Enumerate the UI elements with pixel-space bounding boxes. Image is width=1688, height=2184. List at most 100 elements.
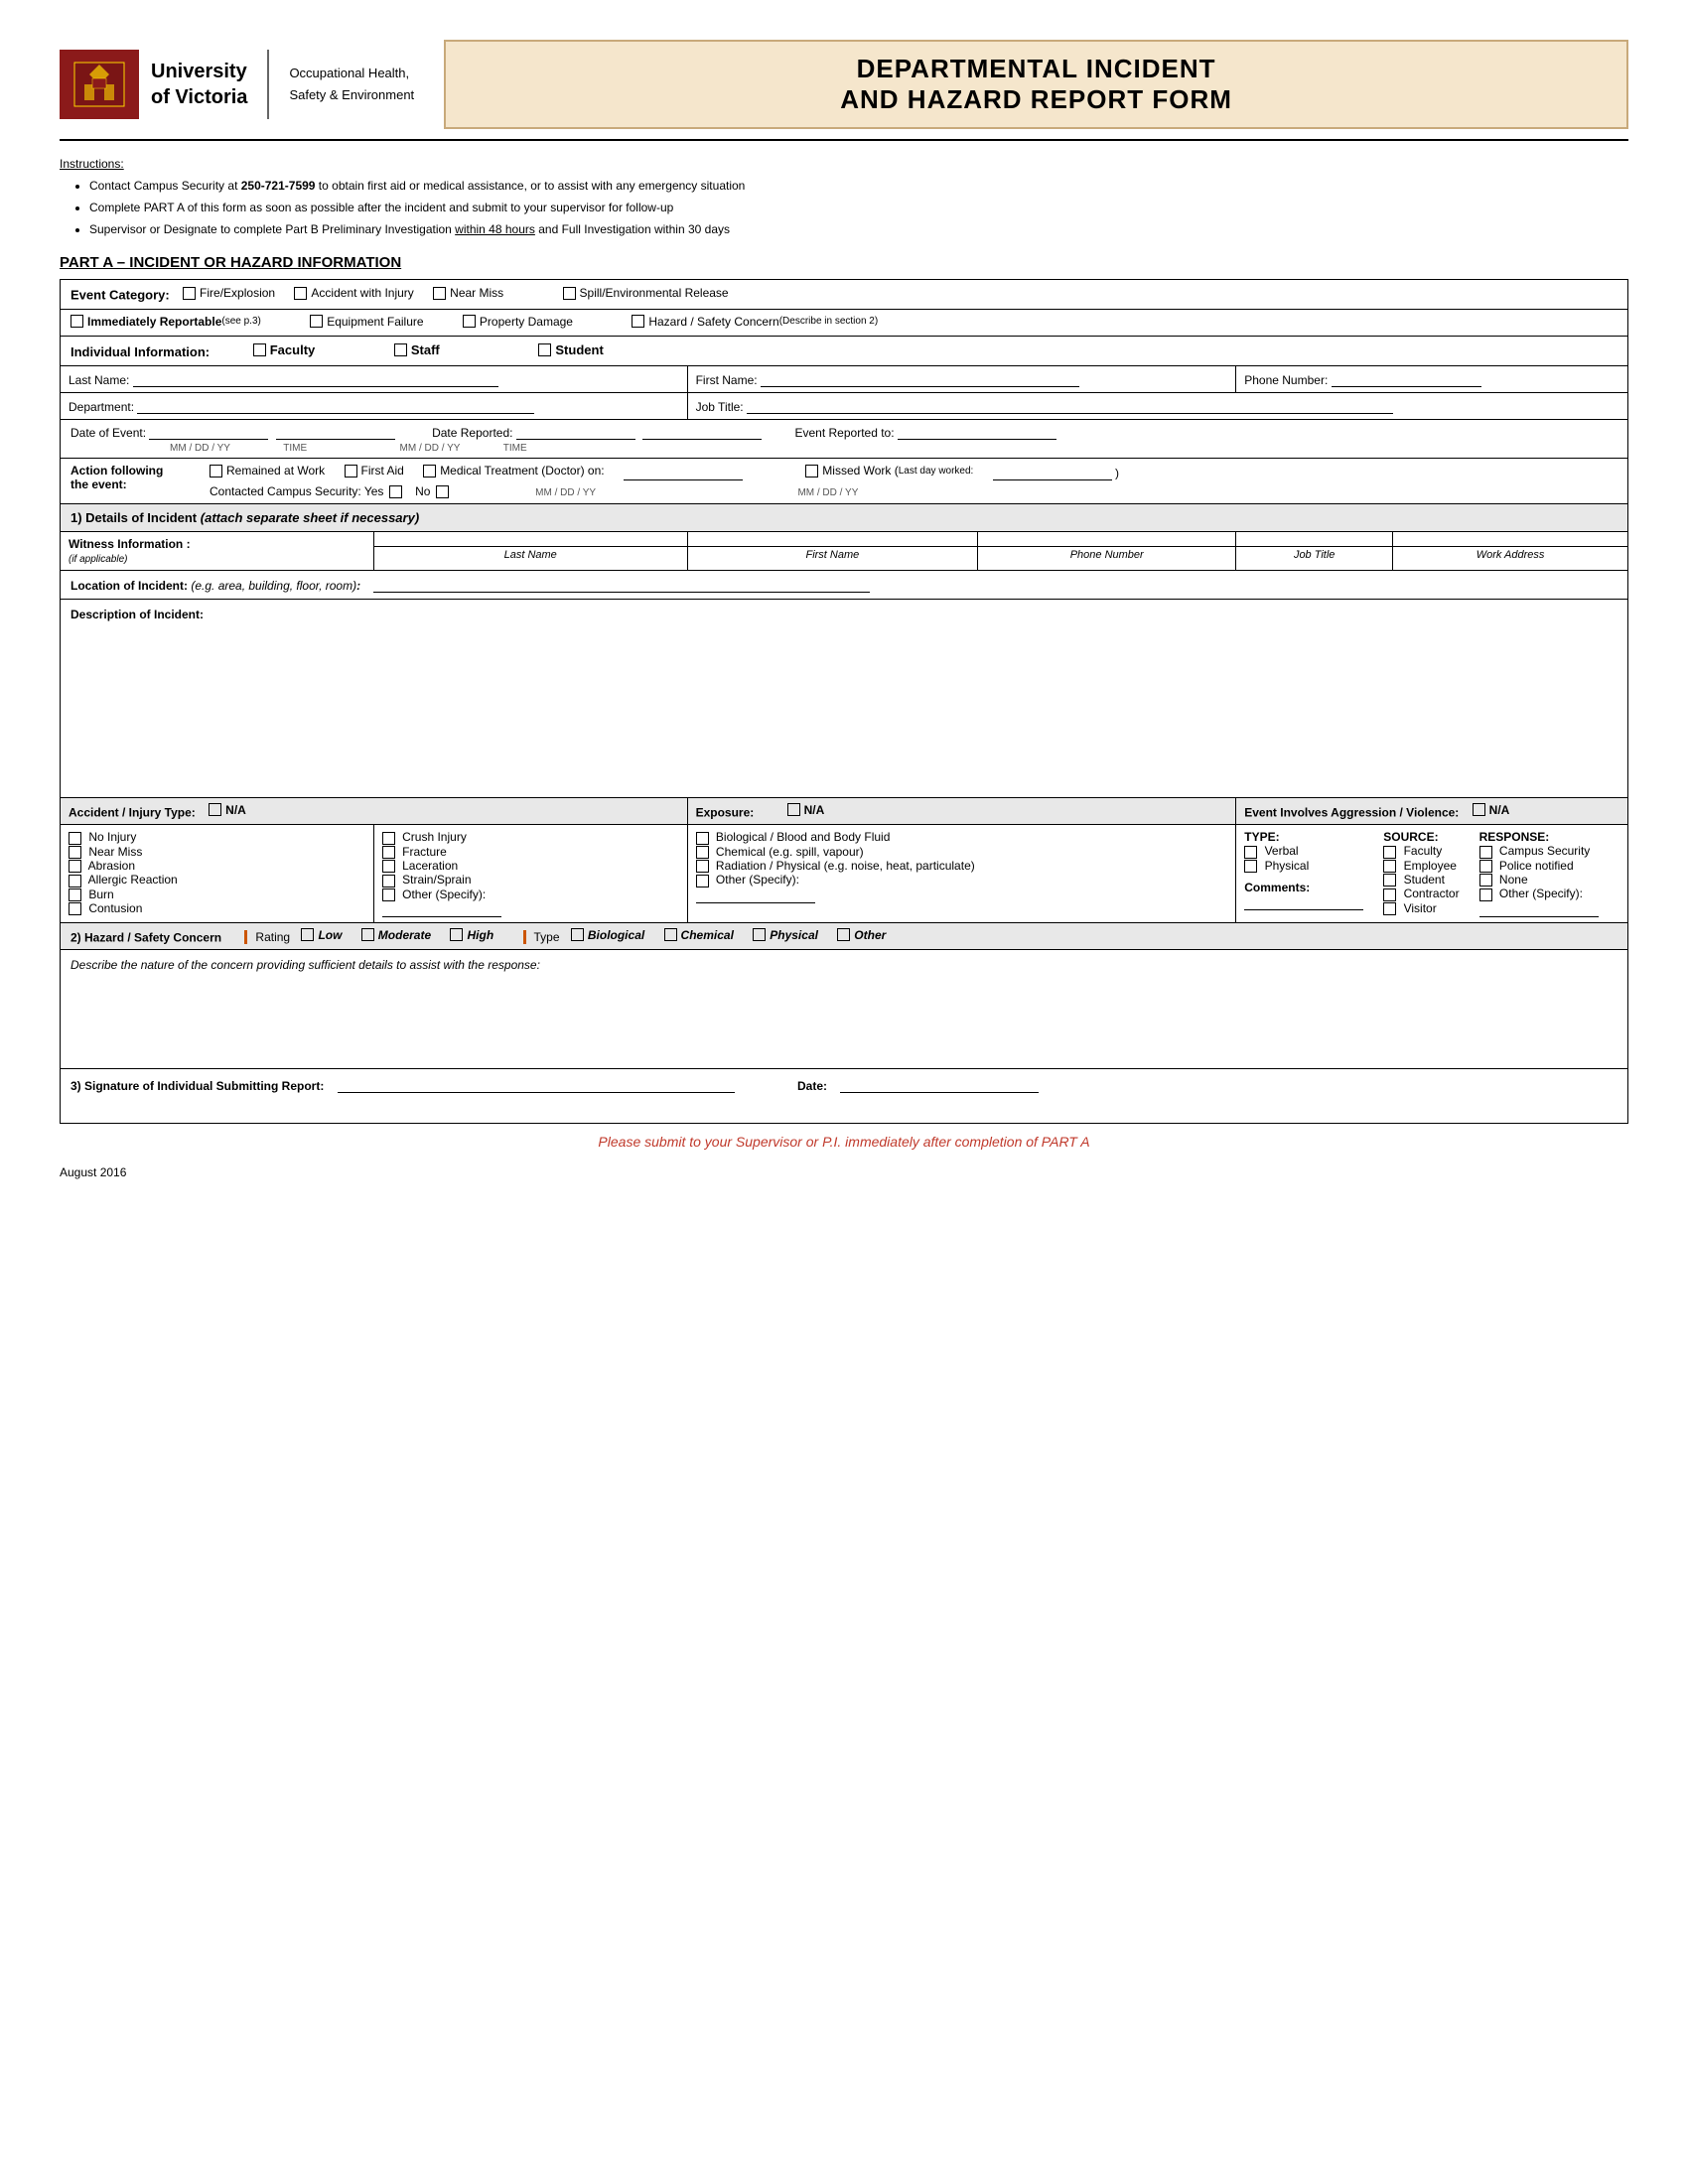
aggression-na-check[interactable]: N/A	[1473, 803, 1510, 817]
checkbox-remained-work[interactable]: Remained at Work	[210, 464, 325, 478]
cb-src-employee[interactable]	[1383, 860, 1396, 873]
witness-col-jobtitle: Job Title	[1236, 547, 1393, 571]
event-category-row1: Event Category: Fire/Explosion Accident …	[61, 280, 1628, 310]
form-title-box: DEPARTMENTAL INCIDENT AND HAZARD REPORT …	[444, 40, 1628, 129]
checkbox-fire-explosion[interactable]: Fire/Explosion	[183, 286, 275, 300]
cb-contusion[interactable]	[69, 902, 81, 915]
accident-body-row: No Injury Near Miss Abrasion Allergic Re…	[61, 825, 1628, 923]
checkbox-biological-type[interactable]: Biological	[571, 928, 644, 942]
cb-burn[interactable]	[69, 888, 81, 901]
job-title-label: Job Title:	[696, 400, 744, 414]
cb-no-injury[interactable]	[69, 832, 81, 845]
description-label: Description of Incident:	[70, 608, 204, 621]
accident-na-check[interactable]: N/A	[209, 803, 246, 817]
witness-label: Witness Information :	[69, 537, 191, 551]
department-label: Department:	[69, 400, 134, 414]
checkbox-medical-treatment[interactable]: Medical Treatment (Doctor) on:	[423, 464, 604, 478]
last-name-label: Last Name:	[69, 373, 129, 387]
type-label: TYPE:	[1244, 830, 1279, 844]
cb-resp-police[interactable]	[1479, 860, 1492, 873]
signature-label: 3) Signature of Individual Submitting Re…	[70, 1079, 324, 1093]
august-label: August 2016	[60, 1165, 1628, 1179]
date-reported-label: Date Reported:	[432, 426, 512, 440]
cb-other-acc[interactable]	[382, 888, 395, 901]
ohs-text: Occupational Health, Safety & Environmen…	[289, 63, 414, 106]
part-a-title: PART A – INCIDENT OR HAZARD INFORMATION	[60, 254, 1628, 271]
checkbox-physical-type[interactable]: Physical	[753, 928, 818, 942]
footer-submit-text: Please submit to your Supervisor or P.I.…	[60, 1134, 1628, 1150]
cb-crush-injury[interactable]	[382, 832, 395, 845]
cb-biological[interactable]	[696, 832, 709, 845]
cb-src-faculty[interactable]	[1383, 846, 1396, 859]
instruction-1: Contact Campus Security at 250-721-7599 …	[89, 177, 1628, 195]
type-label-hazard: Type	[534, 930, 560, 944]
details-header-row: 1) Details of Incident (attach separate …	[61, 503, 1628, 531]
logo-area: 🏛 University of Victoria Occupational He…	[60, 50, 414, 119]
cb-verbal[interactable]	[1244, 846, 1257, 859]
witness-col-firstname: First Name	[687, 547, 978, 571]
name-phone-row: Last Name: First Name: Phone Number:	[61, 366, 1628, 393]
witness-col-workaddress: Work Address	[1393, 547, 1628, 571]
instructions-label: Instructions:	[60, 157, 1628, 171]
checkbox-accident-injury[interactable]: Accident with Injury	[294, 286, 413, 300]
checkbox-near-miss[interactable]: Near Miss	[433, 286, 503, 300]
location-hint: (e.g. area, building, floor, room):	[191, 579, 360, 593]
cb-strain-sprain[interactable]	[382, 875, 395, 887]
cb-other-exp[interactable]	[696, 875, 709, 887]
checkbox-equipment-failure[interactable]: Equipment Failure	[310, 315, 423, 329]
main-form-table: Event Category: Fire/Explosion Accident …	[60, 279, 1628, 1124]
accident-exposure-aggression-header: Accident / Injury Type: N/A Exposure: N/…	[61, 797, 1628, 825]
checkbox-missed-work[interactable]: Missed Work (Last day worked:	[805, 464, 973, 478]
checkbox-first-aid[interactable]: First Aid	[345, 464, 404, 478]
hazard-describe-label: Describe the nature of the concern provi…	[70, 958, 540, 972]
instructions-section: Instructions: Contact Campus Security at…	[60, 157, 1628, 238]
form-title-line1: DEPARTMENTAL INCIDENT	[466, 54, 1607, 84]
page-header: 🏛 University of Victoria Occupational He…	[60, 40, 1628, 141]
event-category-label: Event Category:	[70, 288, 170, 303]
university-logo: 🏛	[60, 50, 139, 119]
signature-row: 3) Signature of Individual Submitting Re…	[61, 1069, 1628, 1124]
cb-resp-campus-sec[interactable]	[1479, 846, 1492, 859]
cb-laceration[interactable]	[382, 860, 395, 873]
event-category-row2: Immediately Reportable (see p.3) Equipme…	[61, 309, 1628, 337]
checkbox-staff[interactable]: Staff	[394, 342, 440, 357]
checkbox-hazard-safety[interactable]: Hazard / Safety Concern (Describe in sec…	[632, 315, 878, 329]
cb-resp-other[interactable]	[1479, 888, 1492, 901]
cb-src-visitor[interactable]	[1383, 902, 1396, 915]
rating-label: Rating	[255, 930, 290, 944]
hazard-describe-row: Describe the nature of the concern provi…	[61, 950, 1628, 1069]
cb-allergic-reaction[interactable]	[69, 875, 81, 887]
checkbox-faculty[interactable]: Faculty	[253, 342, 316, 357]
checkbox-spill-env[interactable]: Spill/Environmental Release	[563, 286, 729, 300]
aggression-label: Event Involves Aggression / Violence:	[1244, 805, 1459, 819]
witness-sub-label: (if applicable)	[69, 554, 127, 565]
checkbox-other-type[interactable]: Other	[837, 928, 886, 942]
hazard-header-row: 2) Hazard / Safety Concern Rating Low Mo…	[61, 922, 1628, 950]
cb-fracture[interactable]	[382, 846, 395, 859]
checkbox-high[interactable]: High	[450, 928, 493, 942]
action-following-label: Action followingthe event:	[70, 464, 163, 491]
cb-abrasion[interactable]	[69, 860, 81, 873]
cb-near-miss-inj[interactable]	[69, 846, 81, 859]
cb-src-contractor[interactable]	[1383, 888, 1396, 901]
checkbox-immediately-reportable[interactable]: Immediately Reportable (see p.3)	[70, 315, 261, 329]
checkbox-property-damage[interactable]: Property Damage	[463, 315, 573, 329]
checkbox-moderate[interactable]: Moderate	[361, 928, 431, 942]
date-row: Date of Event: Date Reported: Event Repo…	[61, 420, 1628, 459]
instruction-3: Supervisor or Designate to complete Part…	[89, 220, 1628, 238]
cb-src-student[interactable]	[1383, 874, 1396, 887]
checkbox-student[interactable]: Student	[538, 342, 603, 357]
exposure-na-check[interactable]: N/A	[787, 803, 825, 817]
exposure-label: Exposure:	[696, 805, 755, 819]
location-row: Location of Incident: (e.g. area, buildi…	[61, 570, 1628, 599]
cb-resp-none[interactable]	[1479, 874, 1492, 887]
details-title: 1) Details of Incident	[70, 510, 197, 525]
cb-chemical[interactable]	[696, 846, 709, 859]
action-row: Action followingthe event: Remained at W…	[61, 459, 1628, 504]
first-name-label: First Name:	[696, 373, 758, 387]
checkbox-chemical-type[interactable]: Chemical	[664, 928, 734, 942]
dept-jobtitle-row: Department: Job Title:	[61, 393, 1628, 420]
cb-radiation[interactable]	[696, 860, 709, 873]
checkbox-low[interactable]: Low	[301, 928, 342, 942]
cb-physical[interactable]	[1244, 860, 1257, 873]
